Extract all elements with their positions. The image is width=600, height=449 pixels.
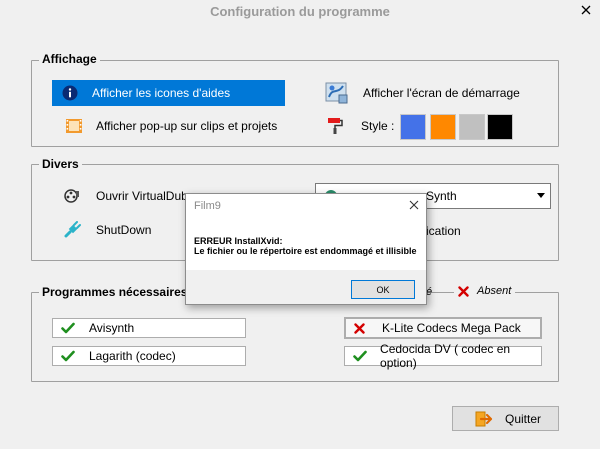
style-label: Style :	[361, 119, 395, 133]
dialog-title: Film9	[194, 200, 221, 212]
exit-icon	[475, 411, 493, 427]
quit-button-label: Quitter	[505, 411, 542, 426]
paint-roller-icon	[325, 116, 345, 136]
show-popup-label: Afficher pop-up sur clips et projets	[96, 119, 278, 133]
show-splash-label: Afficher l'écran de démarrage	[363, 86, 520, 100]
plug-icon	[62, 220, 82, 240]
splash-screen-icon	[325, 81, 349, 105]
dialog-ok-button[interactable]: OK	[351, 280, 415, 299]
program-avisynth-label: Avisynth	[89, 321, 135, 335]
quit-button[interactable]: Quitter	[452, 406, 559, 431]
close-icon[interactable]	[578, 2, 594, 18]
check-icon	[61, 350, 79, 362]
dialog-close-icon[interactable]	[407, 198, 421, 212]
application-text: ication	[426, 224, 461, 238]
legend-absent: Absent	[454, 285, 516, 297]
absent-x-icon	[458, 285, 469, 297]
style-swatch-grey[interactable]	[459, 114, 485, 140]
legend-absent-label: Absent	[477, 285, 512, 297]
film-icon	[64, 116, 84, 136]
style-swatch-orange[interactable]	[430, 114, 456, 140]
check-icon	[61, 322, 79, 334]
program-cedocida: Cedocida DV ( codec en option)	[344, 342, 542, 370]
style-swatch-black[interactable]	[487, 114, 513, 140]
program-avisynth: Avisynth	[52, 318, 246, 338]
dialog-message-line1: ERREUR InstallXvid:	[194, 236, 283, 246]
dialog-message-line2: Le fichier ou le répertoire est endommag…	[194, 246, 417, 256]
show-help-icons-option[interactable]: Afficher les icones d'aides	[52, 80, 285, 106]
program-cedocida-label: Cedocida DV ( codec en option)	[380, 342, 511, 370]
show-splash-option[interactable]: Afficher l'écran de démarrage	[325, 80, 555, 106]
program-klite: K-Lite Codecs Mega Pack	[344, 317, 542, 339]
show-popup-option[interactable]: Afficher pop-up sur clips et projets	[52, 113, 302, 139]
show-help-icons-label: Afficher les icones d'aides	[92, 86, 231, 100]
affichage-label: Affichage	[39, 52, 100, 66]
info-icon	[60, 83, 80, 103]
program-lagarith: Lagarith (codec)	[52, 346, 246, 366]
window-title: Configuration du programme	[210, 4, 390, 19]
encoder-select-value: Synth	[426, 189, 457, 203]
program-klite-label: K-Lite Codecs Mega Pack	[382, 321, 521, 335]
dialog-message: ERREUR InstallXvid: Le fichier ou le rép…	[194, 236, 424, 256]
divers-label: Divers	[39, 157, 82, 171]
x-icon	[354, 322, 372, 334]
style-swatch-blue[interactable]	[400, 114, 426, 140]
shutdown-label: ShutDown	[96, 223, 152, 237]
program-lagarith-label: Lagarith (codec)	[89, 349, 176, 363]
film-reel-icon	[62, 186, 82, 206]
open-virtualdub-label: Ouvrir VirtualDub	[96, 189, 188, 203]
chevron-down-icon	[537, 193, 545, 199]
error-dialog: Film9 ERREUR InstallXvid: Le fichier ou …	[185, 193, 427, 305]
check-icon	[353, 350, 370, 362]
